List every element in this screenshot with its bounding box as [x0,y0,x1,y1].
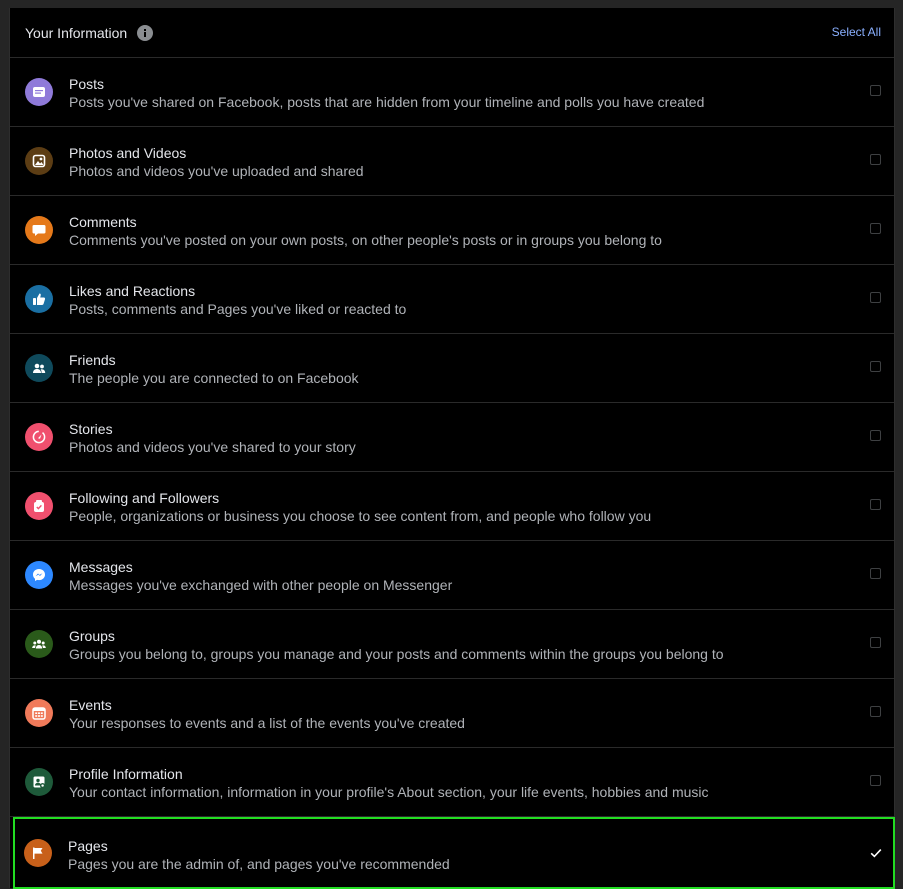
checkbox[interactable] [870,361,881,372]
posts-icon [25,78,53,106]
item-title: Pages [68,838,108,854]
list-item-pages[interactable]: Pages Pages you are the admin of, and pag… [13,817,895,889]
checkbox[interactable] [870,154,881,165]
item-description: Your contact information, information in… [69,784,709,800]
item-description: Comments you've posted on your own posts… [69,232,662,248]
item-text: Posts Posts you've shared on Facebook, po… [69,75,704,111]
item-description: Posts you've shared on Facebook, posts t… [69,94,705,110]
item-text: Stories Photos and videos you've shared t… [69,420,356,456]
item-description: The people you are connected to on Faceb… [69,370,359,386]
item-description: Your responses to events and a list of t… [69,715,465,731]
stories-icon [25,423,53,451]
list-item-following-and-followers[interactable]: Following and Followers People, organizat… [10,472,894,541]
flag-icon [24,839,52,867]
checkbox[interactable] [870,775,881,786]
list-item-comments[interactable]: Comments Comments you've posted on your o… [10,196,894,265]
checkbox[interactable] [870,568,881,579]
your-information-panel: Your Information Select All Posts Posts y… [9,8,895,889]
item-description: Messages you've exchanged with other peo… [69,577,453,593]
item-text: Following and Followers People, organizat… [69,489,651,525]
item-title: Following and Followers [69,490,220,506]
item-description: People, organizations or business you ch… [69,508,652,524]
panel-header: Your Information Select All [10,8,894,58]
list-item-events[interactable]: Events Your responses to events and a lis… [10,679,894,748]
thumbs-up-icon [25,285,53,313]
friends-icon [25,354,53,382]
item-title: Profile Information [69,766,183,782]
item-text: Friends The people you are connected to o… [69,351,359,387]
list-item-messages[interactable]: Messages Messages you've exchanged with o… [10,541,894,610]
information-list: Posts Posts you've shared on Facebook, po… [10,58,895,889]
item-description: Pages you are the admin of, and pages yo… [68,856,450,872]
info-icon[interactable] [137,25,154,41]
select-all-button[interactable]: Select All [832,25,881,39]
item-title: Groups [69,628,115,644]
item-title: Posts [69,76,105,92]
item-title: Likes and Reactions [69,283,196,299]
item-title: Comments [69,214,137,230]
calendar-icon [25,699,53,727]
item-text: Groups Groups you belong to, groups you m… [69,627,724,663]
item-description: Photos and videos you've shared to your … [69,439,356,455]
item-text: Events Your responses to events and a lis… [69,696,465,732]
list-item-posts[interactable]: Posts Posts you've shared on Facebook, po… [10,58,894,127]
item-description: Posts, comments and Pages you've liked o… [69,301,407,317]
following-icon [25,492,53,520]
profile-icon [25,768,53,796]
checkbox[interactable] [870,85,881,96]
list-item-likes-and-reactions[interactable]: Likes and Reactions Posts, comments and P… [10,265,894,334]
checkbox[interactable] [870,223,881,234]
checkbox[interactable] [870,637,881,648]
messenger-icon [25,561,53,589]
list-item-profile-information[interactable]: Profile Information Your contact informat… [10,748,894,817]
checkbox[interactable] [870,499,881,510]
list-item-groups[interactable]: Groups Groups you belong to, groups you m… [10,610,894,679]
item-text: Photos and Videos Photos and videos you'v… [69,144,364,180]
panel-title: Your Information [25,24,128,41]
check-icon [869,846,883,860]
item-text: Messages Messages you've exchanged with o… [69,558,452,594]
item-title: Messages [69,559,133,575]
checkbox[interactable] [870,430,881,441]
item-text: Likes and Reactions Posts, comments and P… [69,282,406,318]
checkbox[interactable] [870,292,881,303]
item-title: Stories [69,421,113,437]
photo-icon [25,147,53,175]
item-description: Groups you belong to, groups you manage … [69,646,724,662]
item-text: Comments Comments you've posted on your o… [69,213,662,249]
item-title: Events [69,697,112,713]
item-text: Pages Pages you are the admin of, and pag… [68,837,450,873]
comment-icon [25,216,53,244]
checkbox[interactable] [870,706,881,717]
checkbox-checked[interactable] [869,846,883,860]
item-title: Photos and Videos [69,145,187,161]
item-title: Friends [69,352,116,368]
groups-icon [25,630,53,658]
list-item-stories[interactable]: Stories Photos and videos you've shared t… [10,403,894,472]
list-item-photos-and-videos[interactable]: Photos and Videos Photos and videos you'v… [10,127,894,196]
item-description: Photos and videos you've uploaded and sh… [69,163,364,179]
list-item-friends[interactable]: Friends The people you are connected to o… [10,334,894,403]
item-text: Profile Information Your contact informat… [69,765,709,801]
